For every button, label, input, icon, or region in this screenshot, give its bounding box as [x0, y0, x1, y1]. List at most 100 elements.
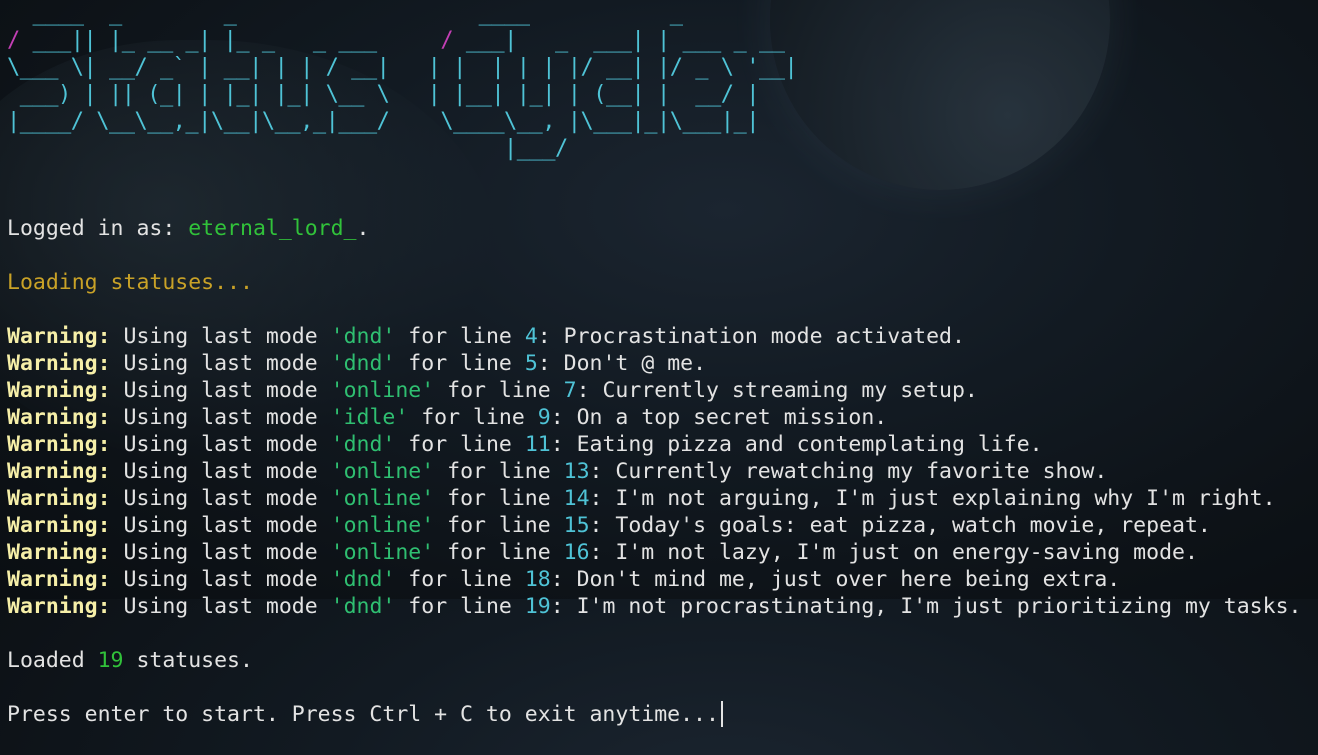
- prompt-text: Press enter to start. Press Ctrl + C to …: [7, 702, 719, 727]
- warning-prefix: Using last mode: [110, 540, 331, 565]
- warning-prefix: Using last mode: [110, 405, 331, 430]
- warning-message: I'm not lazy, I'm just on energy-saving …: [615, 540, 1198, 565]
- warning-prefix: Using last mode: [110, 594, 331, 619]
- warning-prefix: Using last mode: [110, 432, 331, 457]
- warning-prefix: Using last mode: [110, 459, 331, 484]
- warning-line: Warning: Using last mode 'online' for li…: [7, 539, 1312, 566]
- username: eternal_lord_: [188, 216, 357, 241]
- warning-middle: for line: [434, 540, 564, 565]
- warning-mode: 'idle': [330, 405, 409, 430]
- warning-prefix: Using last mode: [110, 351, 331, 376]
- warning-label: Warning:: [7, 567, 111, 592]
- warning-colon: :: [550, 567, 577, 592]
- warning-prefix: Using last mode: [110, 486, 331, 511]
- warning-label: Warning:: [7, 459, 111, 484]
- text-cursor: [720, 701, 723, 727]
- warning-message: On a top secret mission.: [576, 405, 888, 430]
- warning-colon: :: [589, 540, 616, 565]
- warning-mode: 'online': [330, 459, 435, 484]
- warning-line-number: 5: [524, 351, 538, 376]
- warning-message: I'm not procrastinating, I'm just priori…: [576, 594, 1302, 619]
- warning-colon: :: [550, 594, 577, 619]
- warning-line: Warning: Using last mode 'idle' for line…: [7, 404, 1312, 431]
- warning-line: Warning: Using last mode 'dnd' for line …: [7, 431, 1312, 458]
- warning-label: Warning:: [7, 405, 111, 430]
- prompt-line[interactable]: Press enter to start. Press Ctrl + C to …: [7, 701, 1312, 728]
- warning-middle: for line: [434, 513, 564, 538]
- warning-colon: :: [589, 486, 616, 511]
- warning-line: Warning: Using last mode 'dnd' for line …: [7, 566, 1312, 593]
- warning-prefix: Using last mode: [110, 324, 331, 349]
- ascii-banner: ____ _ _ ____ _ / ___|| |_ __ _| |_ _ _ …: [7, 1, 798, 161]
- warning-colon: :: [576, 378, 603, 403]
- warning-colon: :: [550, 405, 577, 430]
- warning-message: I'm not arguing, I'm just explaining why…: [615, 486, 1276, 511]
- warning-message: Procrastination mode activated.: [563, 324, 965, 349]
- warning-line-number: 15: [563, 513, 590, 538]
- warning-mode: 'dnd': [330, 432, 396, 457]
- warning-line: Warning: Using last mode 'online' for li…: [7, 512, 1312, 539]
- warning-mode: 'online': [330, 513, 435, 538]
- warning-line: Warning: Using last mode 'online' for li…: [7, 485, 1312, 512]
- warning-line-number: 9: [537, 405, 551, 430]
- warning-line-number: 18: [524, 567, 551, 592]
- warning-colon: :: [550, 432, 577, 457]
- warning-middle: for line: [434, 486, 564, 511]
- warning-message: Don't mind me, just over here being extr…: [576, 567, 1121, 592]
- warning-list: Warning: Using last mode 'dnd' for line …: [7, 323, 1312, 620]
- warning-middle: for line: [395, 324, 525, 349]
- warning-middle: for line: [434, 459, 564, 484]
- warning-colon: :: [589, 459, 616, 484]
- status-count: 19: [97, 648, 124, 673]
- warning-prefix: Using last mode: [110, 567, 331, 592]
- login-line: Logged in as: eternal_lord_.: [7, 216, 370, 241]
- warning-middle: for line: [434, 378, 564, 403]
- warning-message: Eating pizza and contemplating life.: [576, 432, 1043, 457]
- warning-middle: for line: [395, 432, 525, 457]
- warning-prefix: Using last mode: [110, 378, 331, 403]
- warning-label: Warning:: [7, 324, 111, 349]
- warning-label: Warning:: [7, 513, 111, 538]
- warning-mode: 'dnd': [330, 324, 396, 349]
- warning-message: Currently rewatching my favorite show.: [615, 459, 1108, 484]
- warning-label: Warning:: [7, 540, 111, 565]
- warning-label: Warning:: [7, 351, 111, 376]
- warning-mode: 'dnd': [330, 567, 396, 592]
- warning-line: Warning: Using last mode 'dnd' for line …: [7, 350, 1312, 377]
- warning-label: Warning:: [7, 378, 111, 403]
- warning-line: Warning: Using last mode 'online' for li…: [7, 458, 1312, 485]
- warning-message: Don't @ me.: [563, 351, 707, 376]
- warning-mode: 'online': [330, 378, 435, 403]
- warning-line-number: 13: [563, 459, 590, 484]
- warning-prefix: Using last mode: [110, 513, 331, 538]
- warning-middle: for line: [395, 567, 525, 592]
- warning-line: Warning: Using last mode 'dnd' for line …: [7, 323, 1312, 350]
- warning-middle: for line: [408, 405, 538, 430]
- warning-label: Warning:: [7, 432, 111, 457]
- warning-line: Warning: Using last mode 'dnd' for line …: [7, 593, 1312, 620]
- warning-colon: :: [537, 324, 564, 349]
- warning-colon: :: [537, 351, 564, 376]
- warning-message: Today's goals: eat pizza, watch movie, r…: [615, 513, 1211, 538]
- loading-line: Loading statuses...: [7, 270, 253, 295]
- warning-line-number: 11: [524, 432, 551, 457]
- warning-middle: for line: [395, 594, 525, 619]
- warning-line-number: 16: [563, 540, 590, 565]
- warning-line: Warning: Using last mode 'online' for li…: [7, 377, 1312, 404]
- warning-label: Warning:: [7, 486, 111, 511]
- warning-mode: 'dnd': [330, 594, 396, 619]
- warning-mode: 'online': [330, 486, 435, 511]
- warning-mode: 'dnd': [330, 351, 396, 376]
- output-lines: Logged in as: eternal_lord_. Loading sta…: [7, 188, 1312, 755]
- warning-colon: :: [589, 513, 616, 538]
- warning-line-number: 7: [563, 378, 577, 403]
- warning-line-number: 14: [563, 486, 590, 511]
- warning-message: Currently streaming my setup.: [602, 378, 978, 403]
- warning-line-number: 4: [524, 324, 538, 349]
- loaded-line: Loaded 19 statuses.: [7, 648, 253, 673]
- warning-middle: for line: [395, 351, 525, 376]
- terminal-window[interactable]: ____ _ _ ____ _ / ___|| |_ __ _| |_ _ _ …: [7, 0, 1312, 755]
- warning-line-number: 19: [524, 594, 551, 619]
- warning-mode: 'online': [330, 540, 435, 565]
- warning-label: Warning:: [7, 594, 111, 619]
